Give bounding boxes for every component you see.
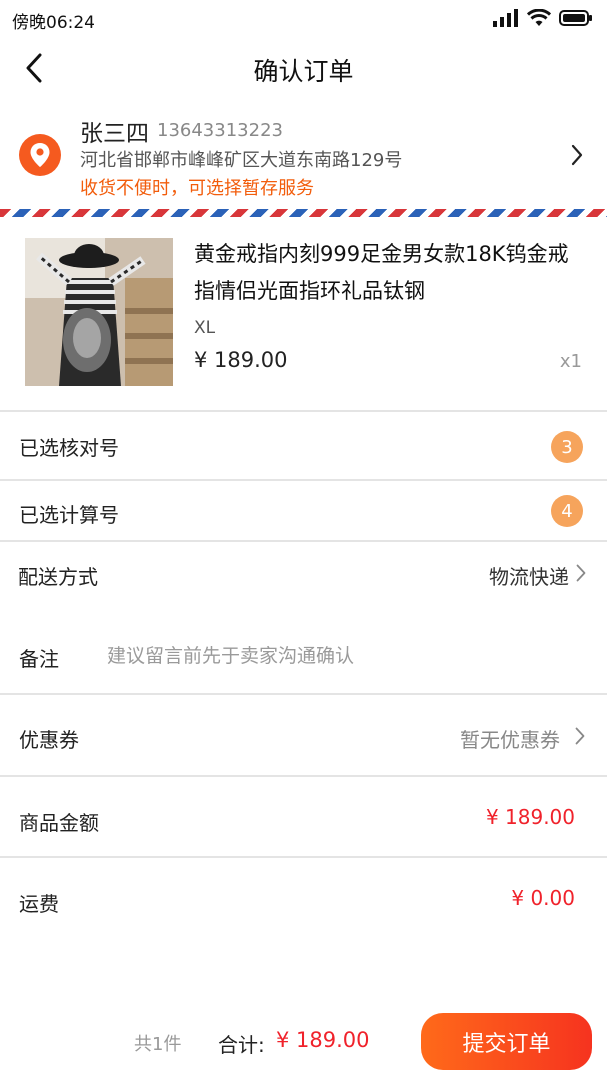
location-pin-icon [19, 134, 61, 176]
calc-number-label: 已选计算号 [19, 503, 119, 527]
shipping-fee-value: ¥ 0.00 [511, 886, 575, 910]
chevron-right-icon [576, 564, 586, 582]
row-coupon[interactable]: 优惠券 暂无优惠券 [0, 695, 607, 775]
total-value: ¥ 189.00 [276, 1028, 370, 1052]
signal-icon [493, 9, 518, 27]
product-sku: XL [194, 318, 216, 338]
coupon-label: 优惠券 [19, 728, 79, 752]
address-divider-stripe [0, 209, 607, 217]
status-time: 傍晚06:24 [12, 13, 95, 33]
item-count: 共1件 [134, 1034, 182, 1055]
product-price: ¥ 189.00 [194, 348, 288, 372]
page-title: 确认订单 [253, 57, 354, 86]
total-label: 合计: [218, 1033, 265, 1057]
product-item[interactable]: 黄金戒指内刻999足金男女款18K钨金戒指情侣光面指环礼品钛钢 XL ¥ 189… [0, 222, 607, 410]
goods-amount-label: 商品金额 [19, 811, 99, 835]
chevron-right-icon [571, 144, 583, 166]
checkout-bar: 共1件 合计: ¥ 189.00 提交订单 [0, 1008, 607, 1080]
row-checked-number[interactable]: 已选核对号 3 [0, 412, 607, 479]
status-bar: 傍晚06:24 [0, 0, 607, 36]
address-detail: 河北省邯郸市峰峰矿区大道东南路129号 [80, 150, 403, 171]
coupon-value: 暂无优惠券 [460, 728, 560, 752]
nav-bar: 确认订单 [0, 36, 607, 100]
product-image [25, 238, 173, 386]
recipient-name: 张三四 [80, 121, 149, 147]
goods-amount-value: ¥ 189.00 [485, 805, 575, 829]
product-title: 黄金戒指内刻999足金男女款18K钨金戒指情侣光面指环礼品钛钢 [194, 242, 569, 303]
address-note: 收货不便时，可选择暂存服务 [80, 178, 314, 199]
shipping-fee-label: 运费 [19, 892, 59, 916]
delivery-label: 配送方式 [18, 565, 98, 589]
submit-order-button[interactable]: 提交订单 [421, 1013, 592, 1070]
status-icons [493, 9, 593, 27]
wifi-icon [527, 9, 551, 26]
remark-label: 备注 [19, 647, 59, 671]
row-shipping-fee: 运费 ¥ 0.00 [0, 858, 607, 938]
chevron-right-icon [575, 727, 585, 745]
row-goods-amount: 商品金额 ¥ 189.00 [0, 777, 607, 856]
remark-input[interactable] [107, 640, 577, 672]
delivery-value: 物流快递 [489, 565, 569, 589]
recipient-phone: 13643313223 [157, 120, 283, 141]
row-delivery[interactable]: 配送方式 物流快递 [0, 542, 607, 606]
row-calc-number[interactable]: 已选计算号 4 [0, 481, 607, 540]
calc-number-count-badge: 4 [551, 495, 583, 527]
checked-number-count-badge: 3 [551, 431, 583, 463]
shipping-address[interactable]: 张三四 13643313223 河北省邯郸市峰峰矿区大道东南路129号 收货不便… [0, 106, 607, 208]
product-quantity: x1 [559, 351, 582, 372]
checked-number-label: 已选核对号 [19, 436, 119, 460]
battery-icon [559, 10, 592, 26]
